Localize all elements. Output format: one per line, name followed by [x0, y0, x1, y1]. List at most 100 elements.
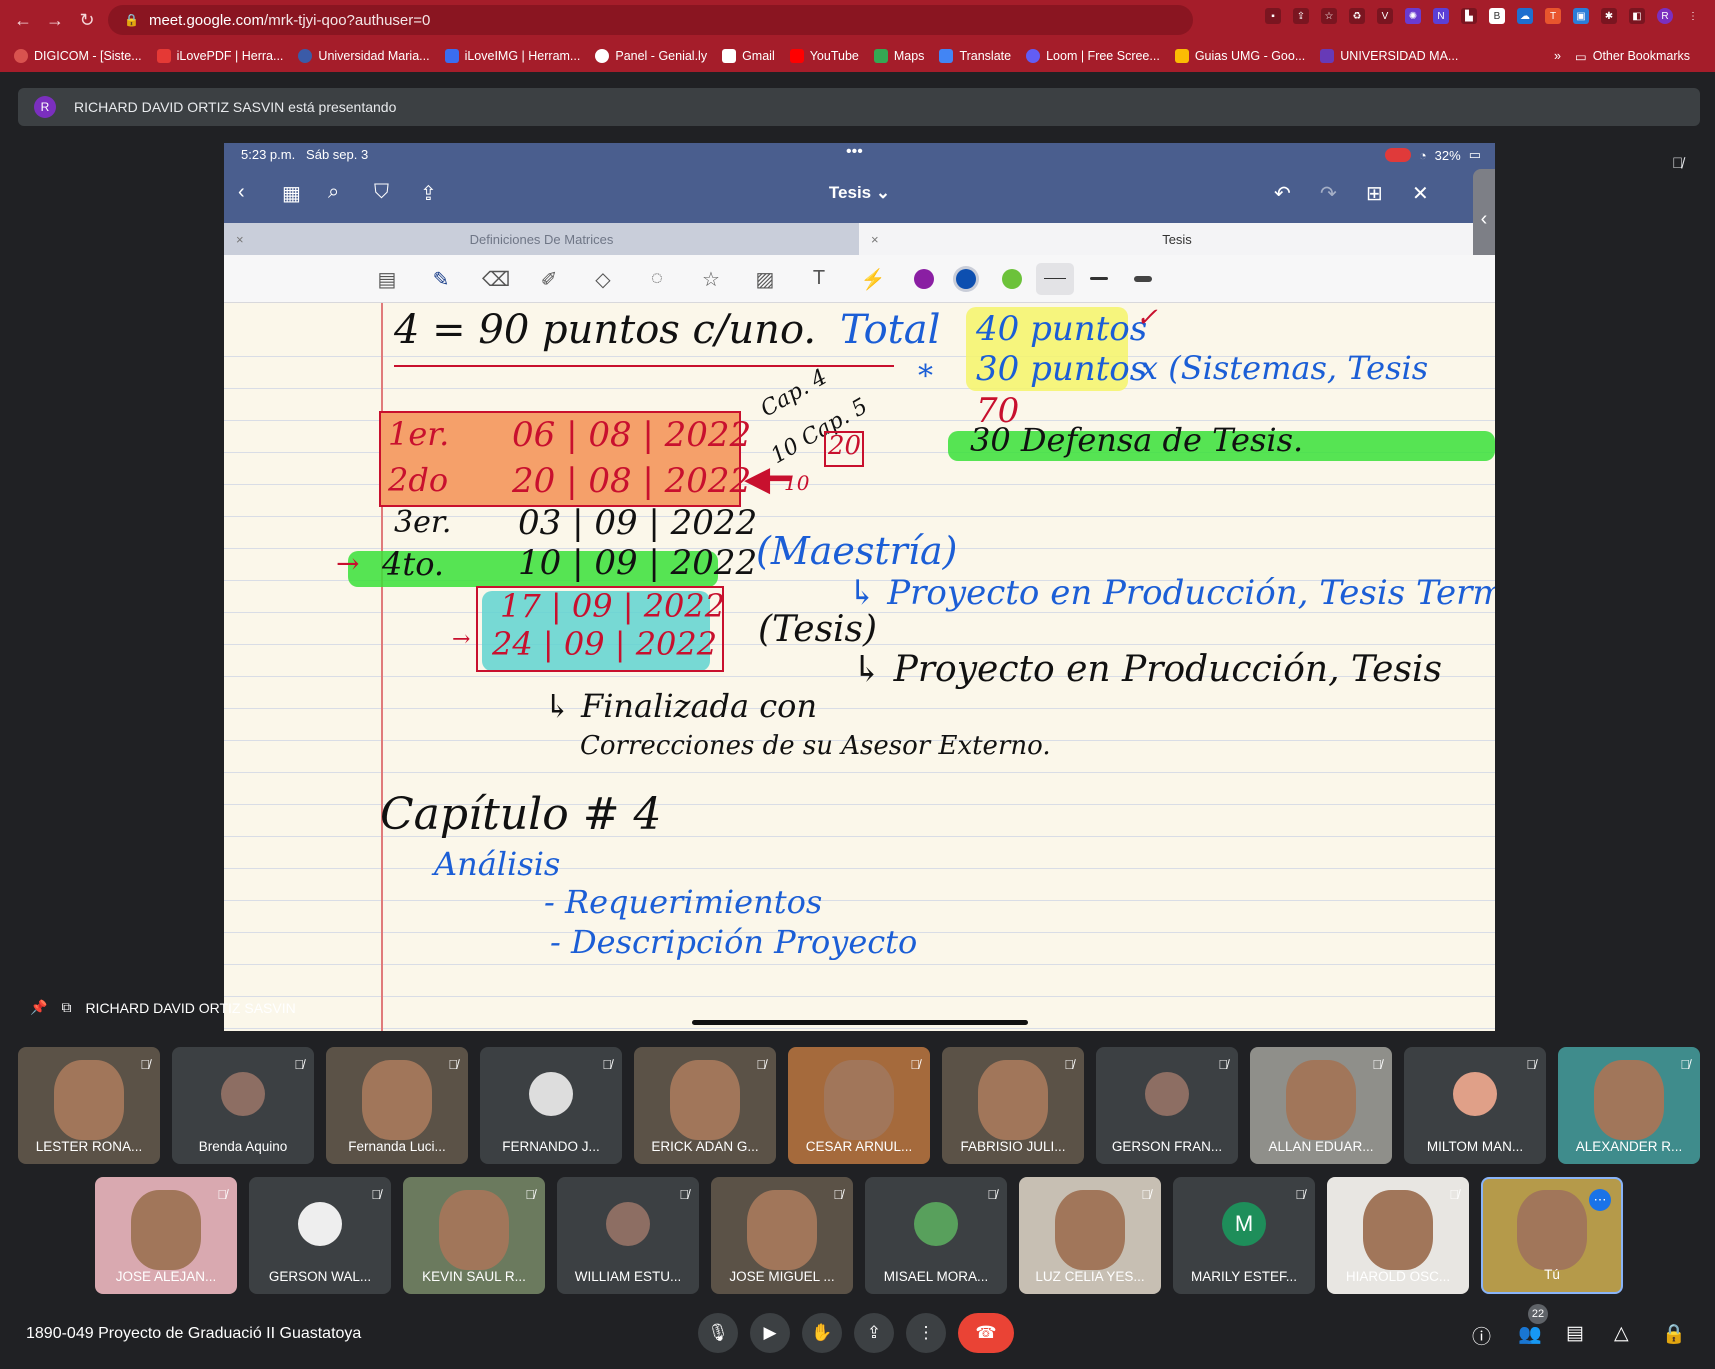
participant-tile[interactable]: 🎙̸ LESTER RONA... — [18, 1047, 160, 1164]
shapes-icon[interactable]: ◇ — [590, 267, 616, 291]
bookmark-item[interactable]: Loom | Free Scree... — [1026, 49, 1160, 63]
highlighter-icon[interactable]: ✐ — [536, 267, 562, 291]
bookmark-item[interactable]: Universidad Maria... — [298, 49, 430, 63]
participant-tile[interactable]: 🎙̸ MILTOM MAN... — [1404, 1047, 1546, 1164]
kebab-menu-icon[interactable]: ⋮ — [1685, 8, 1701, 24]
document-title[interactable]: Tesis ⌄ — [224, 183, 1495, 203]
bookmark-item[interactable]: Maps — [873, 49, 924, 63]
close-icon[interactable]: ✕ — [1412, 181, 1429, 206]
self-tile[interactable]: ⋯ Tú — [1481, 1177, 1623, 1294]
tab-close-icon[interactable]: × — [236, 232, 244, 247]
cloud-extension-icon[interactable]: ☁ — [1517, 8, 1533, 24]
add-page-icon[interactable]: ⊞ — [1366, 181, 1383, 206]
multitask-dots-icon[interactable]: ••• — [846, 143, 863, 161]
note-page[interactable]: 4 = 90 puntos c/uno. Total 40 puntos ✓ *… — [224, 303, 1495, 1031]
hang-up-button[interactable]: ☎ — [958, 1313, 1014, 1353]
more-options-icon[interactable]: ⋯ — [1589, 1189, 1611, 1211]
puzzle-icon[interactable]: ✱ — [1601, 8, 1617, 24]
pen-icon[interactable]: ✎ — [428, 267, 454, 291]
tab-close-icon[interactable]: × — [871, 232, 879, 247]
mic-off-icon: 🎙̸ — [910, 1057, 920, 1072]
bookmark-item[interactable]: Panel - Genial.ly — [595, 49, 707, 63]
color-purple[interactable] — [914, 269, 934, 289]
recycle-icon[interactable]: ♻ — [1349, 8, 1365, 24]
participant-tile[interactable]: 🎙̸ ALEXANDER R... — [1558, 1047, 1700, 1164]
forward-icon[interactable]: → — [40, 5, 70, 35]
gear-extension-icon[interactable]: ✺ — [1405, 8, 1421, 24]
people-icon[interactable]: 👥 — [1518, 1322, 1542, 1346]
b-extension-icon[interactable]: B — [1489, 8, 1505, 24]
eraser-icon[interactable]: ⌫ — [482, 267, 510, 291]
color-blue-selected[interactable] — [956, 269, 976, 289]
tab-definiciones[interactable]: × Definiciones De Matrices — [224, 223, 859, 255]
profile-avatar[interactable]: R — [1657, 8, 1673, 24]
chat-icon[interactable]: ▤ — [1566, 1322, 1584, 1345]
bookmark-label: Gmail — [742, 49, 775, 63]
present-button[interactable]: ⇪ — [854, 1313, 894, 1353]
reader-icon[interactable]: ▤ — [374, 267, 400, 291]
lasso-icon[interactable]: ◌ — [644, 267, 670, 291]
v-extension-icon[interactable]: V — [1377, 8, 1393, 24]
bookmark-item[interactable]: YouTube — [789, 49, 859, 63]
bookmark-item[interactable]: iLovePDF | Herra... — [156, 49, 283, 63]
host-controls-icon[interactable]: 🔒 — [1662, 1322, 1686, 1346]
medium-stroke-option[interactable] — [1090, 277, 1108, 280]
thin-stroke-option[interactable] — [1036, 263, 1074, 295]
participant-tile[interactable]: 🎙̸ HIAROLD OSC... — [1327, 1177, 1469, 1294]
notebook-extension-icon[interactable]: N — [1433, 8, 1449, 24]
text-tool-icon[interactable]: T — [806, 267, 832, 291]
bookmark-item[interactable]: DIGICOM - [Siste... — [14, 49, 142, 63]
bookmark-item[interactable]: iLoveIMG | Herram... — [444, 49, 580, 63]
participant-tile[interactable]: 🎙̸ JOSE MIGUEL ... — [711, 1177, 853, 1294]
participant-tile[interactable]: 🎙̸ CESAR ARNUL... — [788, 1047, 930, 1164]
other-bookmarks[interactable]: ▭ Other Bookmarks — [1575, 49, 1690, 64]
more-bookmarks-button[interactable]: » — [1554, 49, 1561, 63]
bookmark-item[interactable]: Gmail — [722, 49, 775, 63]
image-icon[interactable]: ▨ — [752, 267, 778, 291]
share-icon[interactable]: ⇪ — [1293, 8, 1309, 24]
participant-tile[interactable]: 🎙̸ Fernanda Luci... — [326, 1047, 468, 1164]
participant-tile[interactable]: 🎙̸ ALLAN EDUAR... — [1250, 1047, 1392, 1164]
bookmark-item[interactable]: Translate — [939, 49, 1011, 63]
info-icon[interactable]: ⓘ — [1472, 1322, 1491, 1349]
participant-tile[interactable]: 🎙̸ KEVIN SAUL R... — [403, 1177, 545, 1294]
thick-stroke-option[interactable] — [1134, 276, 1152, 282]
monitor-extension-icon[interactable]: ▣ — [1573, 8, 1589, 24]
color-green[interactable] — [1002, 269, 1022, 289]
mic-toggle-button[interactable]: 🎙 — [698, 1313, 738, 1353]
undo-icon[interactable]: ↶ — [1274, 181, 1291, 206]
activities-icon[interactable]: △ — [1614, 1322, 1629, 1345]
mic-off-icon: 🎙̸ — [1064, 1057, 1074, 1072]
tab-tesis[interactable]: × Tesis — [859, 223, 1495, 255]
camera-icon[interactable]: ▪ — [1265, 8, 1281, 24]
participant-tile[interactable]: 🎙̸ MISAEL MORA... — [865, 1177, 1007, 1294]
bookmark-item[interactable]: Guias UMG - Goo... — [1174, 49, 1305, 63]
sidepanel-icon[interactable]: ◧ — [1629, 8, 1645, 24]
sticker-icon[interactable]: ☆ — [698, 267, 724, 291]
more-options-button[interactable]: ⋮ — [906, 1313, 946, 1353]
reload-icon[interactable]: ↻ — [72, 5, 102, 35]
participant-tile[interactable]: 🎙̸ ERICK ADAN G... — [634, 1047, 776, 1164]
bookmark-item[interactable]: UNIVERSIDAD MA... — [1320, 49, 1458, 63]
pin-icon[interactable]: 📌 — [30, 999, 47, 1016]
meet-control-bar: 1890-049 Proyecto de Graduació II Guasta… — [0, 1300, 1715, 1369]
url-bar[interactable]: 🔒 meet.google.com/mrk-tjyi-qoo?authuser=… — [108, 5, 1193, 35]
back-icon[interactable]: ← — [8, 5, 38, 35]
raise-hand-button[interactable]: ✋ — [802, 1313, 842, 1353]
participant-tile[interactable]: 🎙̸ LUZ CELIA YES... — [1019, 1177, 1161, 1294]
participant-tile[interactable]: 🎙̸ FABRISIO JULI... — [942, 1047, 1084, 1164]
redo-icon[interactable]: ↷ — [1320, 181, 1337, 206]
participant-tile[interactable]: M 🎙̸ MARILY ESTEF... — [1173, 1177, 1315, 1294]
t-extension-icon[interactable]: T — [1545, 8, 1561, 24]
participant-tile[interactable]: 🎙̸ GERSON WAL... — [249, 1177, 391, 1294]
participant-tile[interactable]: 🎙̸ JOSE ALEJAN... — [95, 1177, 237, 1294]
building-extension-icon[interactable]: ▙ — [1461, 8, 1477, 24]
star-icon[interactable]: ☆ — [1321, 8, 1337, 24]
participant-tile[interactable]: 🎙̸ GERSON FRAN... — [1096, 1047, 1238, 1164]
laser-pointer-icon[interactable]: ⚡ — [860, 267, 886, 291]
camera-toggle-button[interactable]: ▶ — [750, 1313, 790, 1353]
participant-tile[interactable]: 🎙̸ Brenda Aquino — [172, 1047, 314, 1164]
participant-tile[interactable]: 🎙̸ WILLIAM ESTU... — [557, 1177, 699, 1294]
side-panel-handle[interactable]: ‹ — [1473, 169, 1495, 269]
participant-tile[interactable]: 🎙̸ FERNANDO J... — [480, 1047, 622, 1164]
